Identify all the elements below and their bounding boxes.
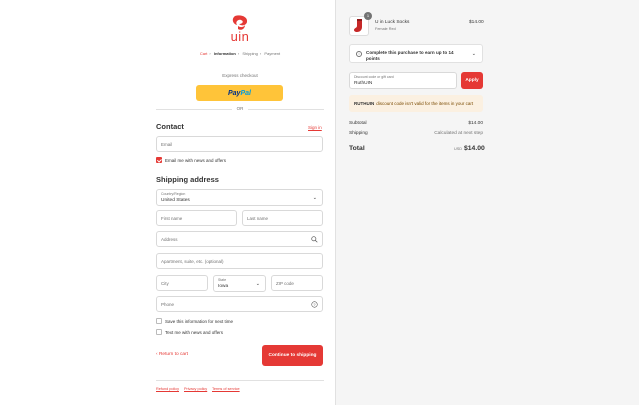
email-placeholder: Email	[161, 141, 173, 147]
loyalty-points-panel[interactable]: i Complete this purchase to earn up to 1…	[349, 44, 483, 63]
address-field[interactable]: Address	[156, 231, 323, 247]
country-select[interactable]: Country/Region United States ⌄	[156, 189, 323, 206]
subtotal-label: Subtotal	[349, 121, 367, 126]
zip-placeholder: ZIP code	[276, 280, 294, 286]
checkout-main: uin Cart › Information › Shipping › Payment…	[0, 0, 335, 405]
sock-icon	[354, 19, 362, 32]
discount-value: RuthUIN	[354, 81, 373, 86]
discount-label: Discount code or gift card	[354, 75, 394, 79]
product-name: U in Luck Socks	[375, 20, 410, 25]
refund-policy-link[interactable]: Refund policy	[156, 387, 179, 391]
first-name-field[interactable]: First name	[156, 210, 237, 226]
state-value: Iowa	[218, 284, 229, 289]
save-info-checkbox[interactable]	[156, 318, 162, 324]
apply-button[interactable]: Apply	[461, 72, 483, 89]
total-currency: USD	[454, 147, 463, 151]
zip-field[interactable]: ZIP code	[271, 275, 323, 291]
chevron-down-icon: ⌄	[255, 281, 260, 287]
breadcrumb-shipping: Shipping	[242, 51, 258, 56]
info-icon: i	[356, 51, 362, 57]
return-to-cart-link[interactable]: ‹ Return to cart	[156, 352, 188, 357]
or-divider-text: OR	[232, 106, 248, 111]
warning-text: discount code isn't valid for the items …	[376, 101, 474, 106]
warning-code: RUTHUIN	[354, 101, 375, 106]
chevron-down-icon: ⌄	[471, 51, 476, 57]
svg-text:?: ?	[313, 303, 315, 307]
phone-field[interactable]: Phone ?	[156, 296, 323, 312]
total-label: Total	[349, 145, 365, 152]
city-field[interactable]: City	[156, 275, 208, 291]
first-name-placeholder: First name	[161, 215, 183, 221]
state-label: State	[218, 278, 227, 282]
subtotal-value: $14.00	[468, 121, 483, 126]
terms-of-service-link[interactable]: Terms of service	[212, 387, 240, 391]
brand-logo-text: uin	[230, 29, 250, 44]
shipping-label: Shipping	[349, 131, 368, 136]
search-icon	[311, 236, 318, 243]
paypal-logo-part1: Pay	[228, 89, 241, 97]
discount-warning: RUTHUIN discount code isn't valid for th…	[349, 95, 483, 112]
shipping-heading: Shipping address	[156, 175, 219, 184]
apartment-placeholder: Apartment, suite, etc. (optional)	[161, 258, 224, 264]
breadcrumb: Cart › Information › Shipping › Payment	[199, 51, 281, 56]
last-name-field[interactable]: Last name	[242, 210, 323, 226]
apartment-field[interactable]: Apartment, suite, etc. (optional)	[156, 253, 323, 269]
breadcrumb-information: Information	[213, 51, 236, 56]
continue-to-shipping-button[interactable]: Continue to shipping	[262, 345, 323, 366]
breadcrumb-payment: Payment	[264, 51, 281, 56]
quantity-badge: 1	[364, 12, 372, 20]
footer-divider	[156, 380, 324, 381]
discount-code-input[interactable]: Discount code or gift card RuthUIN	[349, 72, 457, 89]
total-value: $14.00	[464, 145, 485, 152]
address-placeholder: Address	[161, 236, 178, 242]
breadcrumb-cart[interactable]: Cart	[200, 51, 208, 56]
text-offers-label: Text me with news and offers	[165, 330, 223, 335]
save-info-label: Save this information for next time	[165, 319, 234, 324]
shipping-value: Calculated at next step	[434, 131, 483, 136]
news-checkbox-label: Email me with news and offers	[165, 158, 226, 163]
product-price: $14.00	[469, 20, 484, 25]
country-label: Country/Region	[161, 192, 186, 196]
paypal-button[interactable]: Pay Pal	[196, 85, 283, 101]
state-select[interactable]: State Iowa ⌄	[213, 275, 266, 292]
express-checkout-label: Express checkout	[222, 73, 258, 78]
text-offers-checkbox[interactable]	[156, 329, 162, 335]
last-name-placeholder: Last name	[247, 215, 269, 221]
email-field[interactable]: Email	[156, 136, 323, 152]
contact-heading: Contact	[156, 122, 184, 131]
help-icon[interactable]: ?	[311, 301, 318, 308]
sign-in-link[interactable]: Sign in	[308, 125, 322, 130]
city-placeholder: City	[161, 280, 169, 286]
chevron-down-icon: ⌄	[312, 195, 317, 201]
points-text: Complete this purchase to earn up to 14 …	[366, 50, 454, 61]
paypal-logo-part2: Pal	[240, 89, 251, 97]
privacy-policy-link[interactable]: Privacy policy	[184, 387, 207, 391]
news-checkbox[interactable]	[156, 157, 162, 163]
phone-placeholder: Phone	[161, 301, 175, 307]
return-to-cart-label: Return to cart	[158, 352, 188, 357]
product-variant: Female Red	[375, 27, 396, 31]
country-value: United States	[161, 198, 190, 203]
